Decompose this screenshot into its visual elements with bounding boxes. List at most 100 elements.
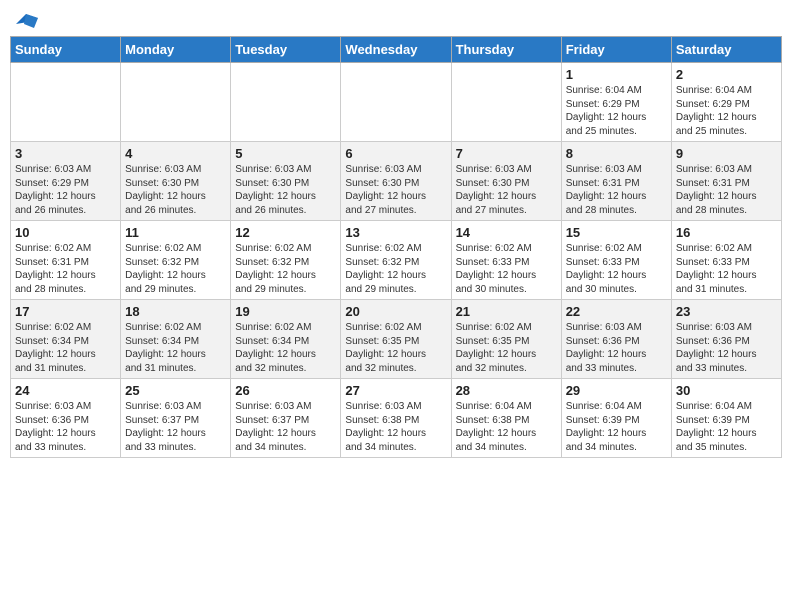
day-info: Sunrise: 6:03 AM Sunset: 6:30 PM Dayligh… <box>345 163 446 217</box>
day-info: Sunrise: 6:02 AM Sunset: 6:32 PM Dayligh… <box>125 242 226 296</box>
calendar-cell: 7 Sunrise: 6:03 AM Sunset: 6:30 PM Daylig… <box>451 142 561 221</box>
calendar-cell: 30 Sunrise: 6:04 AM Sunset: 6:39 PM Dayli… <box>671 379 781 458</box>
day-number: 12 <box>235 225 336 240</box>
day-number: 21 <box>456 304 557 319</box>
day-info: Sunrise: 6:02 AM Sunset: 6:32 PM Dayligh… <box>235 242 336 296</box>
calendar-cell: 28 Sunrise: 6:04 AM Sunset: 6:38 PM Dayli… <box>451 379 561 458</box>
calendar-cell: 17 Sunrise: 6:02 AM Sunset: 6:34 PM Dayli… <box>11 300 121 379</box>
day-number: 17 <box>15 304 116 319</box>
calendar-week-3: 10 Sunrise: 6:02 AM Sunset: 6:31 PM Dayli… <box>11 221 782 300</box>
day-number: 3 <box>15 146 116 161</box>
day-info: Sunrise: 6:02 AM Sunset: 6:35 PM Dayligh… <box>345 321 446 375</box>
day-info: Sunrise: 6:03 AM Sunset: 6:31 PM Dayligh… <box>676 163 777 217</box>
logo <box>14 10 38 32</box>
calendar-cell: 22Sunrise: 6:03 AM Sunset: 6:36 PM Dayli… <box>561 300 671 379</box>
day-number: 28 <box>456 383 557 398</box>
calendar-cell: 24 Sunrise: 6:03 AM Sunset: 6:36 PM Dayli… <box>11 379 121 458</box>
day-number: 11 <box>125 225 226 240</box>
calendar-cell: 25 Sunrise: 6:03 AM Sunset: 6:37 PM Dayli… <box>121 379 231 458</box>
header-day-sunday: Sunday <box>11 37 121 63</box>
day-info: Sunrise: 6:02 AM Sunset: 6:33 PM Dayligh… <box>566 242 667 296</box>
day-number: 26 <box>235 383 336 398</box>
header-day-thursday: Thursday <box>451 37 561 63</box>
calendar-cell: 29Sunrise: 6:04 AM Sunset: 6:39 PM Dayli… <box>561 379 671 458</box>
calendar-cell: 11 Sunrise: 6:02 AM Sunset: 6:32 PM Dayli… <box>121 221 231 300</box>
day-info: Sunrise: 6:02 AM Sunset: 6:31 PM Dayligh… <box>15 242 116 296</box>
day-info: Sunrise: 6:02 AM Sunset: 6:32 PM Dayligh… <box>345 242 446 296</box>
day-number: 24 <box>15 383 116 398</box>
calendar-cell: 16 Sunrise: 6:02 AM Sunset: 6:33 PM Dayli… <box>671 221 781 300</box>
calendar-cell: 6 Sunrise: 6:03 AM Sunset: 6:30 PM Daylig… <box>341 142 451 221</box>
day-number: 20 <box>345 304 446 319</box>
calendar-cell: 14 Sunrise: 6:02 AM Sunset: 6:33 PM Dayli… <box>451 221 561 300</box>
day-info: Sunrise: 6:03 AM Sunset: 6:31 PM Dayligh… <box>566 163 667 217</box>
day-info: Sunrise: 6:03 AM Sunset: 6:38 PM Dayligh… <box>345 400 446 454</box>
day-number: 9 <box>676 146 777 161</box>
day-info: Sunrise: 6:02 AM Sunset: 6:34 PM Dayligh… <box>15 321 116 375</box>
day-info: Sunrise: 6:03 AM Sunset: 6:30 PM Dayligh… <box>235 163 336 217</box>
calendar-cell <box>121 63 231 142</box>
calendar-cell <box>451 63 561 142</box>
calendar-cell: 4 Sunrise: 6:03 AM Sunset: 6:30 PM Daylig… <box>121 142 231 221</box>
day-number: 18 <box>125 304 226 319</box>
day-number: 10 <box>15 225 116 240</box>
logo-bird-icon <box>16 14 38 32</box>
day-info: Sunrise: 6:02 AM Sunset: 6:34 PM Dayligh… <box>235 321 336 375</box>
day-number: 4 <box>125 146 226 161</box>
calendar-week-4: 17 Sunrise: 6:02 AM Sunset: 6:34 PM Dayli… <box>11 300 782 379</box>
calendar-week-5: 24 Sunrise: 6:03 AM Sunset: 6:36 PM Dayli… <box>11 379 782 458</box>
day-number: 16 <box>676 225 777 240</box>
day-number: 14 <box>456 225 557 240</box>
day-info: Sunrise: 6:02 AM Sunset: 6:35 PM Dayligh… <box>456 321 557 375</box>
day-number: 5 <box>235 146 336 161</box>
calendar-cell: 20 Sunrise: 6:02 AM Sunset: 6:35 PM Dayli… <box>341 300 451 379</box>
day-info: Sunrise: 6:04 AM Sunset: 6:29 PM Dayligh… <box>566 84 667 138</box>
calendar-cell: 10 Sunrise: 6:02 AM Sunset: 6:31 PM Dayli… <box>11 221 121 300</box>
day-info: Sunrise: 6:03 AM Sunset: 6:30 PM Dayligh… <box>125 163 226 217</box>
day-number: 23 <box>676 304 777 319</box>
calendar-cell: 13 Sunrise: 6:02 AM Sunset: 6:32 PM Dayli… <box>341 221 451 300</box>
header-day-friday: Friday <box>561 37 671 63</box>
day-number: 2 <box>676 67 777 82</box>
day-info: Sunrise: 6:04 AM Sunset: 6:39 PM Dayligh… <box>676 400 777 454</box>
day-info: Sunrise: 6:04 AM Sunset: 6:38 PM Dayligh… <box>456 400 557 454</box>
day-number: 7 <box>456 146 557 161</box>
day-info: Sunrise: 6:03 AM Sunset: 6:30 PM Dayligh… <box>456 163 557 217</box>
calendar-cell: 26Sunrise: 6:03 AM Sunset: 6:37 PM Dayli… <box>231 379 341 458</box>
calendar-cell: 3 Sunrise: 6:03 AM Sunset: 6:29 PM Daylig… <box>11 142 121 221</box>
calendar-table: SundayMondayTuesdayWednesdayThursdayFrid… <box>10 36 782 458</box>
day-number: 8 <box>566 146 667 161</box>
day-number: 22 <box>566 304 667 319</box>
calendar-cell: 12 Sunrise: 6:02 AM Sunset: 6:32 PM Dayli… <box>231 221 341 300</box>
calendar-week-1: 1 Sunrise: 6:04 AM Sunset: 6:29 PM Daylig… <box>11 63 782 142</box>
day-number: 30 <box>676 383 777 398</box>
day-number: 13 <box>345 225 446 240</box>
day-info: Sunrise: 6:03 AM Sunset: 6:36 PM Dayligh… <box>676 321 777 375</box>
day-number: 1 <box>566 67 667 82</box>
calendar-cell <box>231 63 341 142</box>
calendar-cell: 9 Sunrise: 6:03 AM Sunset: 6:31 PM Daylig… <box>671 142 781 221</box>
calendar-body: 1 Sunrise: 6:04 AM Sunset: 6:29 PM Daylig… <box>11 63 782 458</box>
calendar-cell: 23 Sunrise: 6:03 AM Sunset: 6:36 PM Dayli… <box>671 300 781 379</box>
day-info: Sunrise: 6:02 AM Sunset: 6:33 PM Dayligh… <box>676 242 777 296</box>
calendar-cell: 2 Sunrise: 6:04 AM Sunset: 6:29 PM Daylig… <box>671 63 781 142</box>
day-info: Sunrise: 6:03 AM Sunset: 6:36 PM Dayligh… <box>15 400 116 454</box>
day-number: 15 <box>566 225 667 240</box>
calendar-cell: 15 Sunrise: 6:02 AM Sunset: 6:33 PM Dayli… <box>561 221 671 300</box>
calendar-cell: 19Sunrise: 6:02 AM Sunset: 6:34 PM Dayli… <box>231 300 341 379</box>
day-number: 6 <box>345 146 446 161</box>
day-info: Sunrise: 6:04 AM Sunset: 6:29 PM Dayligh… <box>676 84 777 138</box>
header-day-saturday: Saturday <box>671 37 781 63</box>
header-day-monday: Monday <box>121 37 231 63</box>
calendar-cell: 8 Sunrise: 6:03 AM Sunset: 6:31 PM Daylig… <box>561 142 671 221</box>
day-number: 25 <box>125 383 226 398</box>
calendar-cell: 1 Sunrise: 6:04 AM Sunset: 6:29 PM Daylig… <box>561 63 671 142</box>
day-info: Sunrise: 6:02 AM Sunset: 6:33 PM Dayligh… <box>456 242 557 296</box>
day-info: Sunrise: 6:04 AM Sunset: 6:39 PM Dayligh… <box>566 400 667 454</box>
calendar-cell: 27Sunrise: 6:03 AM Sunset: 6:38 PM Dayli… <box>341 379 451 458</box>
day-info: Sunrise: 6:03 AM Sunset: 6:29 PM Dayligh… <box>15 163 116 217</box>
day-info: Sunrise: 6:03 AM Sunset: 6:37 PM Dayligh… <box>125 400 226 454</box>
header-day-tuesday: Tuesday <box>231 37 341 63</box>
calendar-cell: 5 Sunrise: 6:03 AM Sunset: 6:30 PM Daylig… <box>231 142 341 221</box>
calendar-cell: 21 Sunrise: 6:02 AM Sunset: 6:35 PM Dayli… <box>451 300 561 379</box>
